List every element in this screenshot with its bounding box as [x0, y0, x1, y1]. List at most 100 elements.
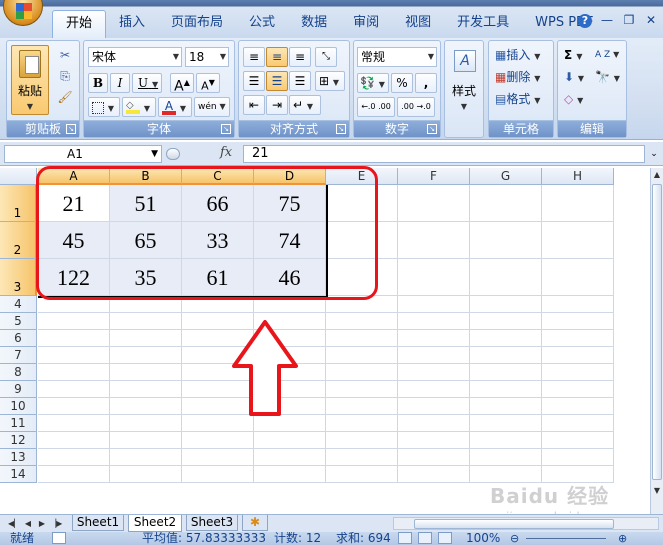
row-header-3[interactable]: 3	[0, 259, 37, 296]
cell-b7[interactable]	[110, 347, 182, 364]
styles-button[interactable]: A 样式 ▼	[447, 45, 481, 113]
cell-g2[interactable]	[470, 222, 542, 259]
align-center-button[interactable]: ☰	[266, 71, 288, 91]
bold-button[interactable]: B	[88, 73, 108, 93]
cell-h8[interactable]	[542, 364, 614, 381]
cell-a12[interactable]	[38, 432, 110, 449]
tab-page-layout[interactable]: 页面布局	[158, 10, 236, 36]
cell-b6[interactable]	[110, 330, 182, 347]
cell-d14[interactable]	[254, 466, 326, 483]
row-header-5[interactable]: 5	[0, 313, 37, 330]
cell-h10[interactable]	[542, 398, 614, 415]
cell-f7[interactable]	[398, 347, 470, 364]
cell-a13[interactable]	[38, 449, 110, 466]
zoom-in-icon[interactable]: ⊕	[618, 532, 627, 545]
increase-decimal-button[interactable]: ←.0 .00	[357, 97, 395, 117]
cell-f10[interactable]	[398, 398, 470, 415]
cell-e9[interactable]	[326, 381, 398, 398]
cell-h2[interactable]	[542, 222, 614, 259]
cell-h13[interactable]	[542, 449, 614, 466]
font-color-button[interactable]: A ▼	[158, 97, 192, 117]
clear-button[interactable]: ◇ ▼	[561, 89, 589, 109]
column-header-f[interactable]: F	[398, 168, 470, 185]
cut-button[interactable]: ✂	[55, 45, 75, 65]
horizontal-scroll-thumb[interactable]	[414, 519, 614, 529]
cell-g3[interactable]	[470, 259, 542, 296]
cell-b9[interactable]	[110, 381, 182, 398]
cell-f2[interactable]	[398, 222, 470, 259]
tab-data[interactable]: 数据	[288, 10, 340, 36]
cell-g4[interactable]	[470, 296, 542, 313]
cell-h5[interactable]	[542, 313, 614, 330]
percent-button[interactable]: %	[391, 73, 413, 93]
fill-color-button[interactable]: ◇ ▼	[122, 97, 156, 117]
align-middle-button[interactable]: ≡	[266, 47, 288, 67]
cell-g13[interactable]	[470, 449, 542, 466]
underline-button[interactable]: U ▼	[132, 73, 162, 93]
cell-f3[interactable]	[398, 259, 470, 296]
autosum-button[interactable]: Σ ▼	[561, 45, 589, 65]
cell-a5[interactable]	[38, 313, 110, 330]
tab-view[interactable]: 视图	[392, 10, 444, 36]
cell-f14[interactable]	[398, 466, 470, 483]
vertical-scrollbar[interactable]: ▲ ▼	[650, 168, 663, 514]
normal-view-icon[interactable]	[398, 532, 412, 544]
grow-font-button[interactable]: A▲	[170, 73, 194, 95]
cell-c13[interactable]	[182, 449, 254, 466]
name-box[interactable]: A1 ▼	[4, 145, 162, 163]
tab-wps-pdf[interactable]: WPS PDF	[522, 10, 606, 36]
cell-g11[interactable]	[470, 415, 542, 432]
align-left-button[interactable]: ☰	[243, 71, 265, 91]
cell-f13[interactable]	[398, 449, 470, 466]
macro-record-icon[interactable]	[52, 532, 66, 544]
page-break-view-icon[interactable]	[438, 532, 452, 544]
cell-d11[interactable]	[254, 415, 326, 432]
cell-g6[interactable]	[470, 330, 542, 347]
cell-e7[interactable]	[326, 347, 398, 364]
cell-b14[interactable]	[110, 466, 182, 483]
cell-b5[interactable]	[110, 313, 182, 330]
cell-h3[interactable]	[542, 259, 614, 296]
insert-function-icon[interactable]: fx	[220, 145, 232, 160]
find-select-button[interactable]: 🔭 ▼	[592, 67, 624, 87]
formula-bar-resize-handle[interactable]	[166, 148, 180, 160]
minimize-icon[interactable]: —	[600, 14, 614, 28]
sheet-tab-sheet2[interactable]: Sheet2	[128, 515, 182, 532]
tab-formulas[interactable]: 公式	[236, 10, 288, 36]
cell-g12[interactable]	[470, 432, 542, 449]
font-name-combo[interactable]: 宋体 ▼	[88, 47, 182, 67]
cell-e10[interactable]	[326, 398, 398, 415]
restore-icon[interactable]: ❐	[622, 14, 636, 28]
align-right-button[interactable]: ☰	[289, 71, 311, 91]
borders-button[interactable]: ▼	[88, 97, 120, 117]
cell-e8[interactable]	[326, 364, 398, 381]
accounting-format-button[interactable]: 💱 ▼	[357, 73, 389, 93]
row-header-13[interactable]: 13	[0, 449, 37, 466]
row-header-10[interactable]: 10	[0, 398, 37, 415]
first-sheet-icon[interactable]: ◀▏	[8, 517, 20, 530]
merge-center-button[interactable]: ⊞ ▼	[315, 71, 345, 91]
cell-c11[interactable]	[182, 415, 254, 432]
tab-insert[interactable]: 插入	[106, 10, 158, 36]
formula-input[interactable]: 21	[243, 145, 645, 163]
next-sheet-icon[interactable]: ▶	[36, 517, 48, 530]
cell-e11[interactable]	[326, 415, 398, 432]
cell-b13[interactable]	[110, 449, 182, 466]
cell-b12[interactable]	[110, 432, 182, 449]
cell-c14[interactable]	[182, 466, 254, 483]
last-sheet-icon[interactable]: ▕▶	[50, 517, 62, 530]
number-format-combo[interactable]: 常规 ▼	[357, 47, 437, 67]
cell-g9[interactable]	[470, 381, 542, 398]
cell-g7[interactable]	[470, 347, 542, 364]
tab-home[interactable]: 开始	[52, 10, 107, 38]
vertical-scroll-thumb[interactable]	[652, 184, 662, 480]
zoom-level[interactable]: 100%	[466, 532, 500, 545]
cell-a14[interactable]	[38, 466, 110, 483]
cell-g8[interactable]	[470, 364, 542, 381]
align-bottom-button[interactable]: ≡	[289, 47, 311, 67]
cell-a7[interactable]	[38, 347, 110, 364]
tab-review[interactable]: 审阅	[340, 10, 392, 36]
cell-g1[interactable]	[470, 185, 542, 222]
cell-h4[interactable]	[542, 296, 614, 313]
number-launcher-icon[interactable]: ↘	[427, 124, 437, 134]
